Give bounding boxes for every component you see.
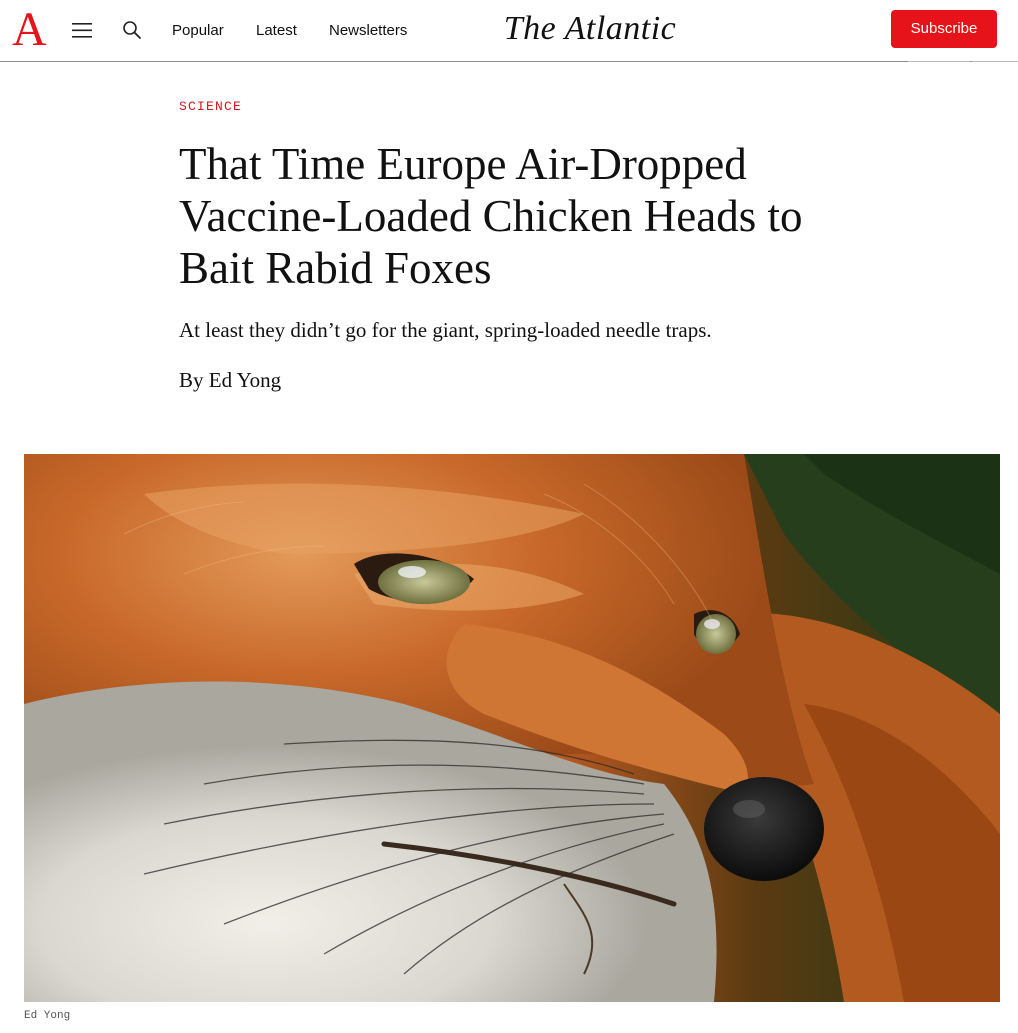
nav-latest[interactable]: Latest <box>256 21 297 41</box>
lead-image <box>24 454 1000 1002</box>
nav-newsletters[interactable]: Newsletters <box>329 21 407 41</box>
subscribe-button[interactable]: Subscribe <box>891 10 997 48</box>
menu-icon <box>72 23 92 38</box>
article-dek: At least they didn’t go for the giant, s… <box>179 318 712 342</box>
menu-button[interactable] <box>70 20 94 40</box>
atlantic-logo[interactable]: A <box>12 6 47 54</box>
search-icon <box>123 21 141 39</box>
header-divider <box>908 61 970 62</box>
article-headline: That Time Europe Air-Dropped Vaccine-Loa… <box>179 139 803 293</box>
byline-prefix: By <box>179 368 204 392</box>
site-header: A Popular Latest Newsletters The Atlanti… <box>0 0 1018 62</box>
byline: By Ed Yong <box>179 366 281 394</box>
header-divider <box>972 61 1018 62</box>
author-link[interactable]: Ed Yong <box>209 368 281 392</box>
fox-photo <box>24 454 1000 1002</box>
site-wordmark[interactable]: The Atlantic <box>400 8 780 50</box>
section-link[interactable]: SCIENCE <box>179 99 242 115</box>
image-credit: Ed Yong <box>24 1010 71 1022</box>
nav-popular[interactable]: Popular <box>172 21 224 41</box>
search-button[interactable] <box>120 18 144 42</box>
